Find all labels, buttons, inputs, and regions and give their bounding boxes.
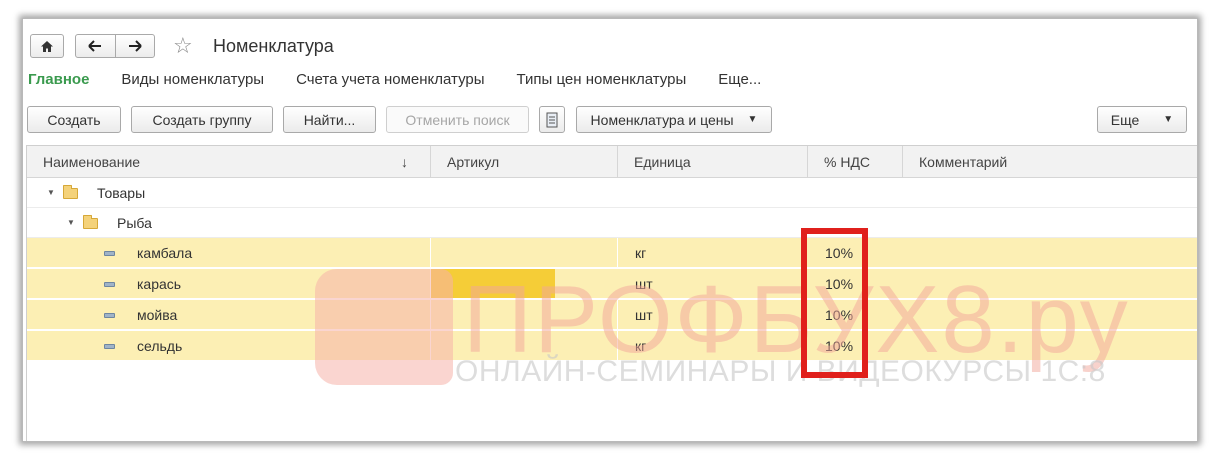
menu-item-price-types[interactable]: Типы цен номенклатуры [517,71,687,91]
menu-item-more[interactable]: Еще... [718,71,761,91]
row-name: мойва [137,307,178,323]
document-list-icon [546,112,558,127]
row-name: Товары [97,185,146,201]
folder-icon [83,215,98,229]
create-group-button[interactable]: Создать группу [131,106,273,133]
home-icon [41,40,53,52]
row-unit: кг [635,245,647,261]
more-label: Еще [1110,111,1140,128]
section-menu: Главное Виды номенклатуры Счета учета но… [28,71,793,91]
column-header-unit[interactable]: Единица [618,146,808,178]
chevron-down-icon: ▼ [1163,114,1174,125]
row-name: камбала [137,245,193,261]
column-header-vat[interactable]: % НДС [808,146,903,178]
sort-down-icon: ↓ [401,154,408,170]
expand-triangle-icon[interactable]: ▼ [47,178,55,208]
column-header-label: Наименование [43,154,141,170]
row-name: сельдь [137,338,183,354]
menu-item-item-types[interactable]: Виды номенклатуры [121,71,264,91]
forward-button[interactable] [114,35,155,57]
menu-item-main[interactable]: Главное [28,71,89,91]
home-button[interactable] [30,34,64,58]
column-header-comment[interactable]: Комментарий [903,146,1197,178]
table-row[interactable]: камбала кг 10% [27,238,1197,268]
app-window: ☆ Номенклатура Главное Виды номенклатуры… [22,18,1198,442]
arrow-left-icon [88,40,102,52]
menu-item-accounts[interactable]: Счета учета номенклатуры [296,71,484,91]
title-bar: ☆ Номенклатура [23,19,1197,69]
navigation-buttons [75,34,155,58]
view-select-label: Номенклатура и цены [590,111,734,128]
watermark-logo [315,269,453,385]
chevron-down-icon: ▼ [747,114,758,125]
folder-icon [63,185,78,199]
column-header-name[interactable]: Наименование ↓ [27,146,431,178]
more-button[interactable]: Еще ▼ [1097,106,1187,133]
cell-divider [27,238,431,268]
expand-triangle-icon[interactable]: ▼ [67,208,75,238]
row-name: Рыба [117,215,152,231]
page-title: Номенклатура [213,36,334,56]
star-icon[interactable]: ☆ [173,33,193,59]
table-header: Наименование ↓ Артикул Единица % НДС Ком… [27,146,1197,178]
find-button[interactable]: Найти... [283,106,376,133]
row-article [431,238,618,268]
column-header-article[interactable]: Артикул [431,146,618,178]
arrow-right-icon [128,40,142,52]
row-name: карась [137,276,182,292]
table-row[interactable]: ▼ Рыба [27,208,1197,238]
back-button[interactable] [76,35,115,57]
vat-highlight-box [801,228,868,378]
cancel-search-button[interactable]: Отменить поиск [386,106,529,133]
create-button[interactable]: Создать [27,106,121,133]
watermark-subtitle: ОНЛАЙН-СЕМИНАРЫ И ВИДЕОКУРСЫ 1С:8 [455,355,1106,388]
report-button[interactable] [539,106,565,133]
table-row[interactable]: ▼ Товары [27,178,1197,208]
view-select-button[interactable]: Номенклатура и цены ▼ [576,106,772,133]
